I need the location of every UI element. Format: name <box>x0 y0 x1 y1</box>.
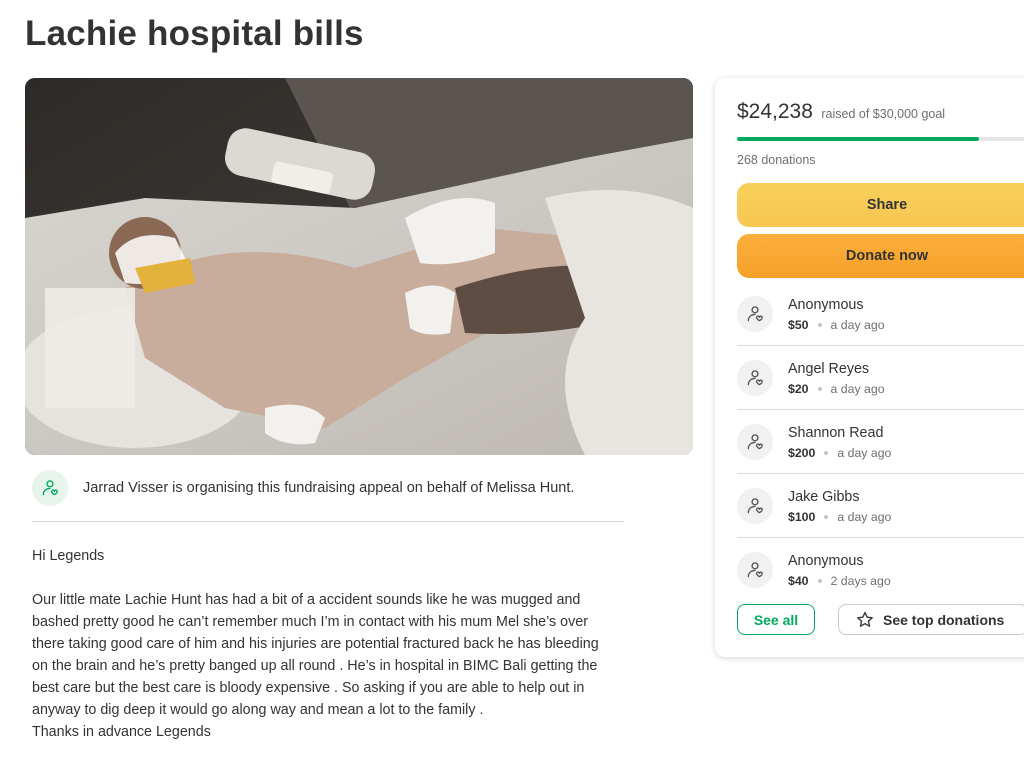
heart-hand-icon <box>737 552 773 588</box>
story-body: Our little mate Lachie Hunt has had a bi… <box>32 592 599 740</box>
donation-amount: $40 <box>788 574 809 588</box>
progress-bar <box>737 137 1024 141</box>
donation-amount: $200 <box>788 445 816 460</box>
donation-amount: $20 <box>788 381 809 396</box>
donor-name: Jake Gibbs <box>788 488 860 505</box>
donation-item: Anonymous $40 2 days ago <box>737 538 1024 602</box>
see-top-donations-label: See top donations <box>883 611 1005 628</box>
recent-donations-list: Anonymous $50 a day ago Angel Reyes $20 … <box>737 282 1024 602</box>
donate-now-button[interactable]: Donate now <box>737 234 1024 278</box>
heart-hand-icon <box>32 470 68 506</box>
donation-item: Shannon Read $200 a day ago <box>737 410 1024 474</box>
raised-goal: raised of $30,000 goal <box>821 107 946 121</box>
donation-time: 2 days ago <box>830 574 891 588</box>
raised-amount: $24,238 <box>737 100 813 123</box>
star-icon <box>855 610 875 630</box>
organiser-info: Jarrad Visser is organising this fundrai… <box>32 470 624 522</box>
share-button[interactable]: Share <box>737 183 1024 227</box>
donation-time: a day ago <box>830 317 885 332</box>
donation-time: a day ago <box>830 381 885 396</box>
donation-amount: $50 <box>788 317 809 332</box>
donation-item: Angel Reyes $20 a day ago <box>737 346 1024 410</box>
heart-hand-icon <box>737 359 773 396</box>
donor-name: Anonymous <box>788 296 864 313</box>
separator-dot <box>817 386 822 391</box>
donor-name: Anonymous <box>788 553 864 569</box>
donation-time: a day ago <box>837 509 892 524</box>
donor-name: Angel Reyes <box>788 360 870 377</box>
progress-fill <box>737 137 980 141</box>
heart-hand-icon <box>737 487 773 524</box>
story-greeting: Hi Legends <box>32 548 105 564</box>
donation-count: 268 donations <box>737 153 816 167</box>
campaign-photo <box>25 78 693 455</box>
organiser-text: Jarrad Visser is organising this fundrai… <box>83 480 575 496</box>
heart-hand-icon <box>737 423 773 460</box>
donor-name: Shannon Read <box>788 424 884 441</box>
separator-dot <box>824 514 829 519</box>
donation-item: Jake Gibbs $100 a day ago <box>737 474 1024 538</box>
donation-item: Anonymous $50 a day ago <box>737 282 1024 346</box>
separator-dot <box>817 322 822 327</box>
see-top-donations-button[interactable]: See top donations <box>838 604 1024 635</box>
campaign-story: Hi Legends Our little mate Lachie Hunt h… <box>32 545 632 743</box>
raised-summary: $24,238 raised of $30,000 goal <box>737 100 945 124</box>
separator-dot <box>824 450 829 455</box>
separator-dot <box>817 579 822 583</box>
see-all-button[interactable]: See all <box>737 604 815 635</box>
page-title: Lachie hospital bills <box>25 14 364 53</box>
donation-time: a day ago <box>837 445 892 460</box>
donation-amount: $100 <box>788 509 816 524</box>
donation-sidebar: $24,238 raised of $30,000 goal 268 donat… <box>715 78 1024 657</box>
heart-hand-icon <box>737 295 773 332</box>
